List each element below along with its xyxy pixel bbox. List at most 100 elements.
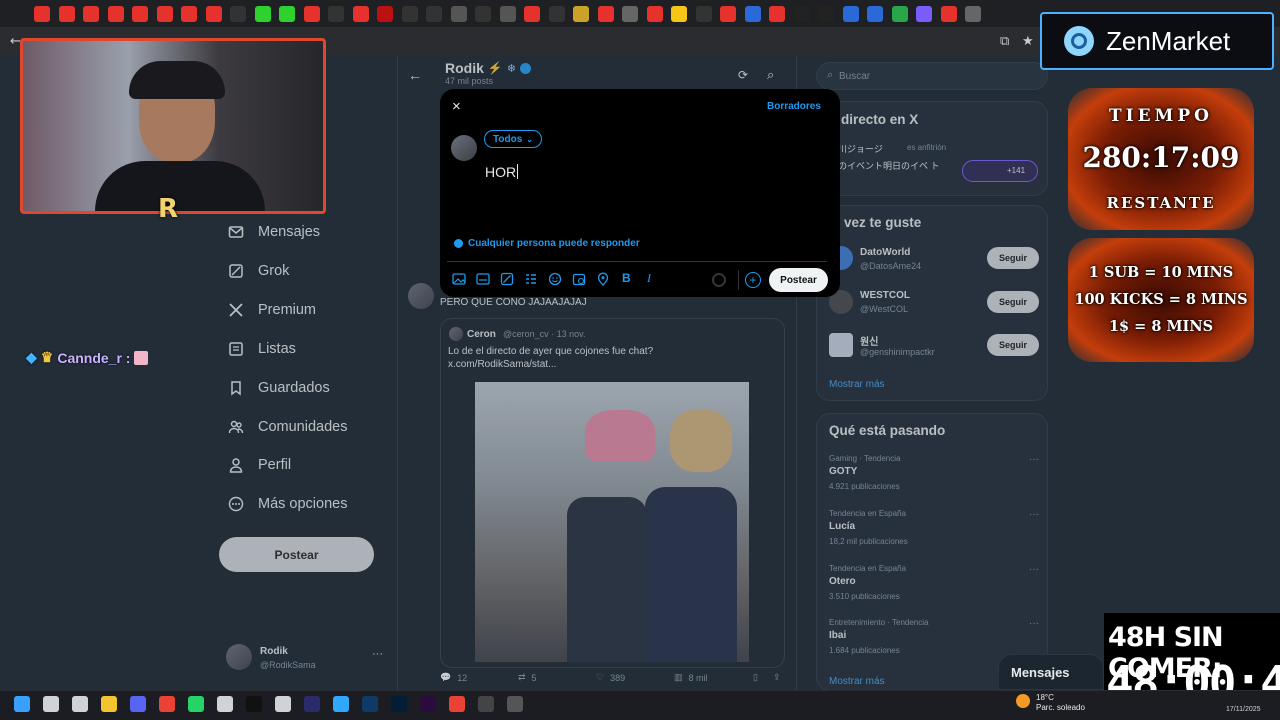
browser-tab-favicon-icon[interactable] [181,6,197,22]
browser-tab-favicon-icon[interactable] [622,6,638,22]
globe-icon [454,239,463,248]
italic-icon[interactable]: I [647,271,661,285]
browser-tab-favicon-icon[interactable] [58,6,75,22]
browser-tab-favicon-icon[interactable] [867,6,883,22]
browser-tab-favicon-icon[interactable] [34,6,50,22]
close-icon[interactable]: × [452,98,461,115]
reply-setting[interactable]: Cualquier persona puede responder [454,238,640,249]
taskbar-app-icon[interactable] [478,696,494,712]
rate-kicks: 100 KICKS = 8 MINS [1074,291,1248,308]
compose-text-value: HOR [485,164,517,180]
taskbar-app-icon[interactable] [43,696,59,712]
browser-tab-favicon-icon[interactable] [940,6,957,22]
browser-tab-favicon-icon[interactable] [475,6,491,22]
browser-tab-favicon-icon[interactable] [842,6,859,22]
browser-tab-favicon-icon[interactable] [205,6,222,22]
messages-drawer-label: Mensajes [1011,664,1070,680]
poll-icon[interactable] [524,272,538,286]
taskbar-app-icon[interactable] [507,696,523,712]
taskbar-app-icon[interactable] [217,696,233,712]
browser-tab-favicon-icon[interactable] [573,6,589,22]
taskbar-app-icon[interactable] [333,696,349,712]
browser-tab-favicon-icon[interactable] [646,6,663,22]
weather-widget[interactable]: 18°C Parc. soleado [1036,693,1085,713]
sponsor-name: ZenMarket [1106,25,1231,56]
browser-tab-favicon-icon[interactable] [818,6,834,22]
browser-tab-favicon-icon[interactable] [499,6,516,22]
browser-tab-favicon-icon[interactable] [916,6,932,22]
browser-tab-favicon-icon[interactable] [769,6,785,22]
browser-tab-favicon-icon[interactable] [401,6,418,22]
webcam-overlay [20,38,326,214]
browser-tab-favicon-icon[interactable] [254,6,271,22]
browser-tab-favicon-icon[interactable] [132,6,148,22]
reply-setting-label: Cualquier persona puede responder [468,238,640,249]
drafts-link[interactable]: Borradores [767,101,821,112]
submit-post-button[interactable]: Postear [769,268,828,292]
taskbar-app-icon[interactable] [275,696,291,712]
browser-tab-favicon-icon[interactable] [352,6,369,22]
screenshot-icon[interactable]: ⧉ [1000,34,1009,49]
location-icon[interactable] [596,272,610,286]
browser-tab-favicon-icon[interactable] [891,6,908,22]
compose-divider [447,261,827,262]
browser-tab-favicon-icon[interactable] [695,6,712,22]
gif-icon[interactable] [476,272,490,286]
schedule-icon[interactable] [572,272,586,286]
browser-tab-favicon-icon[interactable] [965,6,981,22]
taskbar-app-icon[interactable] [391,696,407,712]
browser-tab-favicon-icon[interactable] [83,6,99,22]
taskbar-app-icon[interactable] [246,696,262,712]
messages-drawer[interactable]: Mensajes [998,654,1104,690]
browser-tab-favicon-icon[interactable] [377,6,393,22]
image-icon[interactable] [452,272,466,286]
taskbar-app-icon[interactable] [101,696,117,712]
browser-tab-favicon-icon[interactable] [303,6,320,22]
rate-sub: 1 SUB = 10 MINS [1088,264,1234,281]
headphones [129,61,225,99]
taskbar-app-icon[interactable] [304,696,320,712]
timer-value: 280:17:09 [1082,141,1240,174]
timer-label: TIEMPO [1109,106,1213,126]
browser-tab-favicon-icon[interactable] [426,6,442,22]
chat-emote [134,350,149,365]
browser-tab-favicon-icon[interactable] [524,6,540,22]
browser-tab-favicon-icon[interactable] [450,6,467,22]
add-post-icon[interactable]: + [745,272,761,288]
compose-modal [440,89,840,297]
browser-tab-favicon-icon[interactable] [107,6,124,22]
taskbar-app-icon[interactable] [362,696,378,712]
emoji-icon[interactable] [548,272,562,286]
taskbar-app-icon[interactable] [449,696,465,712]
taskbar-app-icon[interactable] [130,696,146,712]
sponsor-banner: ZenMarket [1040,12,1274,70]
compose-textarea[interactable]: HOR [485,164,519,180]
browser-tab-favicon-icon[interactable] [548,6,565,22]
taskbar-app-icon[interactable] [188,696,204,712]
avatar [451,135,477,161]
bookmark-star-icon[interactable]: ★ [1022,34,1034,49]
timer-suffix: RESTANTE [1106,194,1216,212]
rate-dollar: 1$ = 8 MINS [1108,318,1214,335]
taskbar-app-icon[interactable] [72,696,88,712]
taskbar-app-icon[interactable] [420,696,436,712]
browser-tab-favicon-icon[interactable] [328,6,344,22]
browser-tab-favicon-icon[interactable] [230,6,246,22]
browser-tab-favicon-icon[interactable] [793,6,810,22]
browser-tab-favicon-icon[interactable] [156,6,173,22]
browser-tab-favicon-icon[interactable] [744,6,761,22]
grok-icon[interactable] [500,272,514,286]
character-progress-ring [712,273,726,287]
browser-tab-favicon-icon[interactable] [597,6,614,22]
taskbar-date[interactable]: 17/11/2025 [1226,706,1261,713]
browser-tab-favicon-icon[interactable] [720,6,736,22]
crown-icon: ♛ [40,349,54,365]
weather-icon [1016,694,1030,708]
taskbar-app-icon[interactable] [159,696,175,712]
audience-selector[interactable]: Todos ⌄ [484,130,542,148]
browser-tab-favicon-icon[interactable] [279,6,295,22]
chevron-down-icon: ⌄ [526,134,533,144]
taskbar-app-icon[interactable] [14,696,30,712]
browser-tab-favicon-icon[interactable] [671,6,687,22]
bold-icon[interactable]: B [622,271,636,285]
